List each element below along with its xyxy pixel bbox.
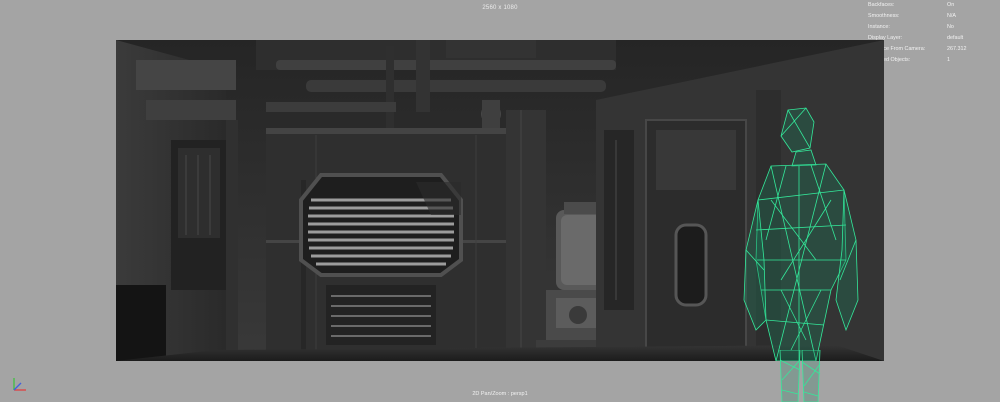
hud-row-backfaces: Backfaces: On: [868, 0, 996, 11]
hud-key: Backfaces:: [868, 2, 895, 8]
scene-render: [116, 40, 884, 361]
hud-row-instance: Instance: No: [868, 22, 996, 33]
viewport-panel[interactable]: 2560 x 1080 Backfaces: On Smoothness: N/…: [0, 0, 1000, 402]
hud-row-display-layer: Display Layer: default: [868, 33, 996, 44]
hud-row-distance-from-camera: Distance From Camera: 267.312: [868, 44, 996, 55]
resolution-gate-label: 2560 x 1080: [482, 5, 518, 11]
hud-value: On: [947, 2, 955, 8]
render-region[interactable]: [116, 40, 884, 361]
hud-value: No: [947, 24, 954, 31]
vent-window: [299, 173, 463, 277]
floor-grille: [326, 285, 436, 345]
hud-row-smoothness: Smoothness: N/A: [868, 11, 996, 22]
camera-label: 2D Pan/Zoom : persp1: [472, 391, 528, 397]
hud-key: Instance:: [868, 24, 890, 31]
hud-row-selected-objects: Selected Objects: 1: [868, 55, 996, 66]
hud-value: 1: [947, 57, 950, 64]
hud-key: Smoothness:: [868, 13, 900, 20]
axis-gizmo-icon: [13, 378, 26, 391]
left-wall: [116, 40, 238, 361]
hud-value: default: [947, 35, 964, 42]
hud-value: N/A: [947, 13, 956, 20]
hud-value: 267.312: [947, 46, 967, 53]
heads-up-display: Backfaces: On Smoothness: N/A Instance: …: [868, 0, 996, 67]
